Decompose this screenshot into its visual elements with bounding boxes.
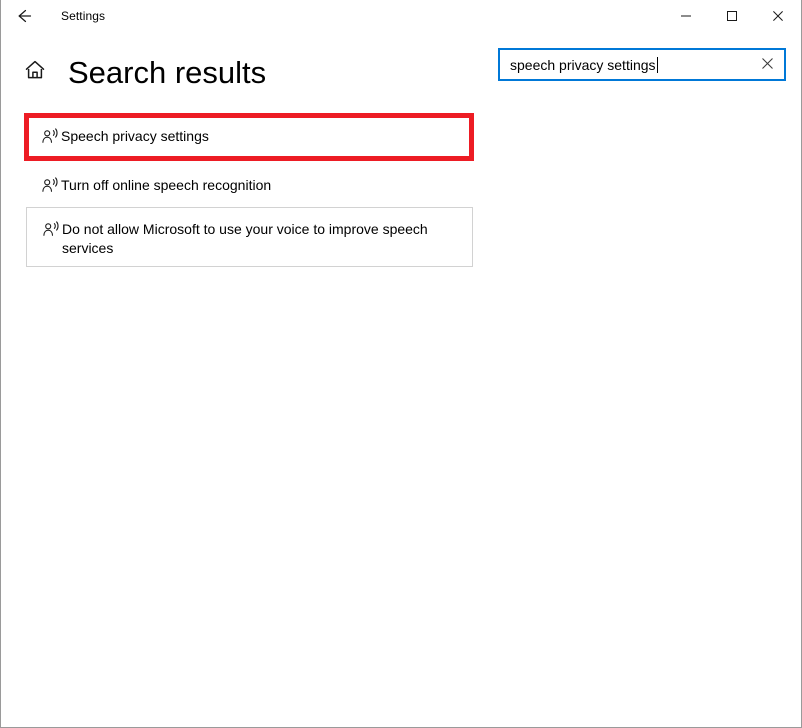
search-result-item-turn-off-online-speech-recognition[interactable]: Turn off online speech recognition — [29, 169, 469, 203]
search-input-value: speech privacy settings — [510, 56, 656, 73]
search-input[interactable]: speech privacy settings — [500, 50, 750, 79]
back-button[interactable] — [1, 0, 47, 32]
speech-person-icon — [40, 220, 62, 239]
text-caret — [656, 56, 658, 73]
close-icon — [772, 10, 784, 22]
titlebar-title: Settings — [61, 9, 106, 23]
home-icon — [23, 58, 47, 87]
page-title: Search results — [68, 54, 267, 90]
search-box[interactable]: speech privacy settings — [498, 48, 786, 81]
maximize-icon — [726, 10, 738, 22]
settings-window: Settings Search results speech privacy s… — [0, 0, 802, 728]
speech-person-icon — [39, 127, 61, 146]
page-header: Search results — [1, 48, 266, 96]
search-clear-button[interactable] — [750, 50, 784, 79]
close-button[interactable] — [755, 0, 801, 32]
search-result-label: Speech privacy settings — [61, 128, 209, 144]
search-result-item-speech-privacy-settings[interactable]: Speech privacy settings — [29, 118, 469, 156]
titlebar: Settings — [1, 0, 801, 32]
home-button[interactable] — [13, 58, 57, 87]
close-icon — [761, 57, 774, 73]
minimize-button[interactable] — [663, 0, 709, 32]
minimize-icon — [680, 10, 692, 22]
speech-person-icon — [39, 176, 61, 195]
caption-buttons — [663, 0, 801, 32]
search-result-label: Do not allow Microsoft to use your voice… — [62, 221, 428, 256]
maximize-button[interactable] — [709, 0, 755, 32]
search-result-item-do-not-allow-microsoft-voice[interactable]: Do not allow Microsoft to use your voice… — [26, 207, 473, 267]
search-result-label: Turn off online speech recognition — [61, 177, 272, 193]
back-arrow-icon — [14, 6, 34, 26]
